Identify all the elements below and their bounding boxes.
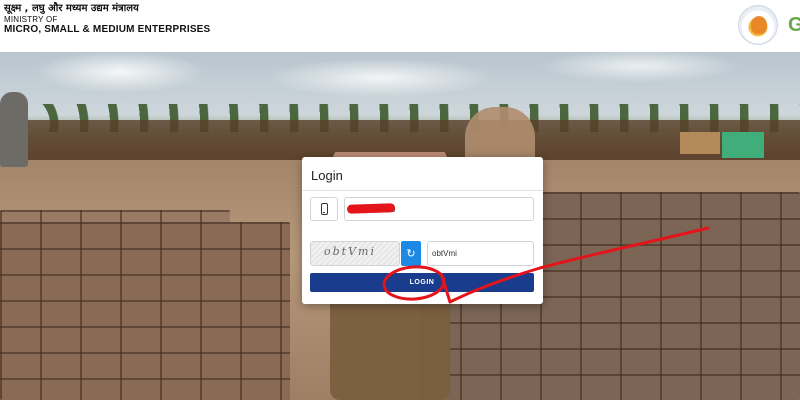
captcha-image: obtVmi xyxy=(310,241,400,266)
ministry-title: सूक्ष्म , लघु और मध्यम उद्यम मंत्रालय MI… xyxy=(4,3,210,35)
emblem-logo xyxy=(738,5,778,45)
refresh-captcha-button[interactable]: ↻ xyxy=(401,241,421,266)
site-header: सूक्ष्म , लघु और मध्यम उद्यम मंत्रालय MI… xyxy=(0,0,800,52)
card-divider xyxy=(302,190,543,191)
captcha-input[interactable] xyxy=(427,241,534,266)
redaction-mark xyxy=(346,203,396,214)
login-button[interactable]: LOGIN xyxy=(310,273,534,292)
login-title: Login xyxy=(311,168,343,183)
ministry-name: MICRO, SMALL & MEDIUM ENTERPRISES xyxy=(4,23,211,35)
ministry-hindi-name: सूक्ष्म , लघु और मध्यम उद्यम मंत्रालय xyxy=(4,3,139,14)
captcha-image-text: obtVmi xyxy=(324,245,376,258)
ministry-of-label: MINISTRY OF xyxy=(4,14,58,24)
mobile-phone-icon xyxy=(310,197,338,221)
refresh-icon: ↻ xyxy=(406,247,416,260)
login-card: Login obtVmi ↻ LOGIN xyxy=(302,157,543,304)
g-logo: G xyxy=(788,14,800,36)
